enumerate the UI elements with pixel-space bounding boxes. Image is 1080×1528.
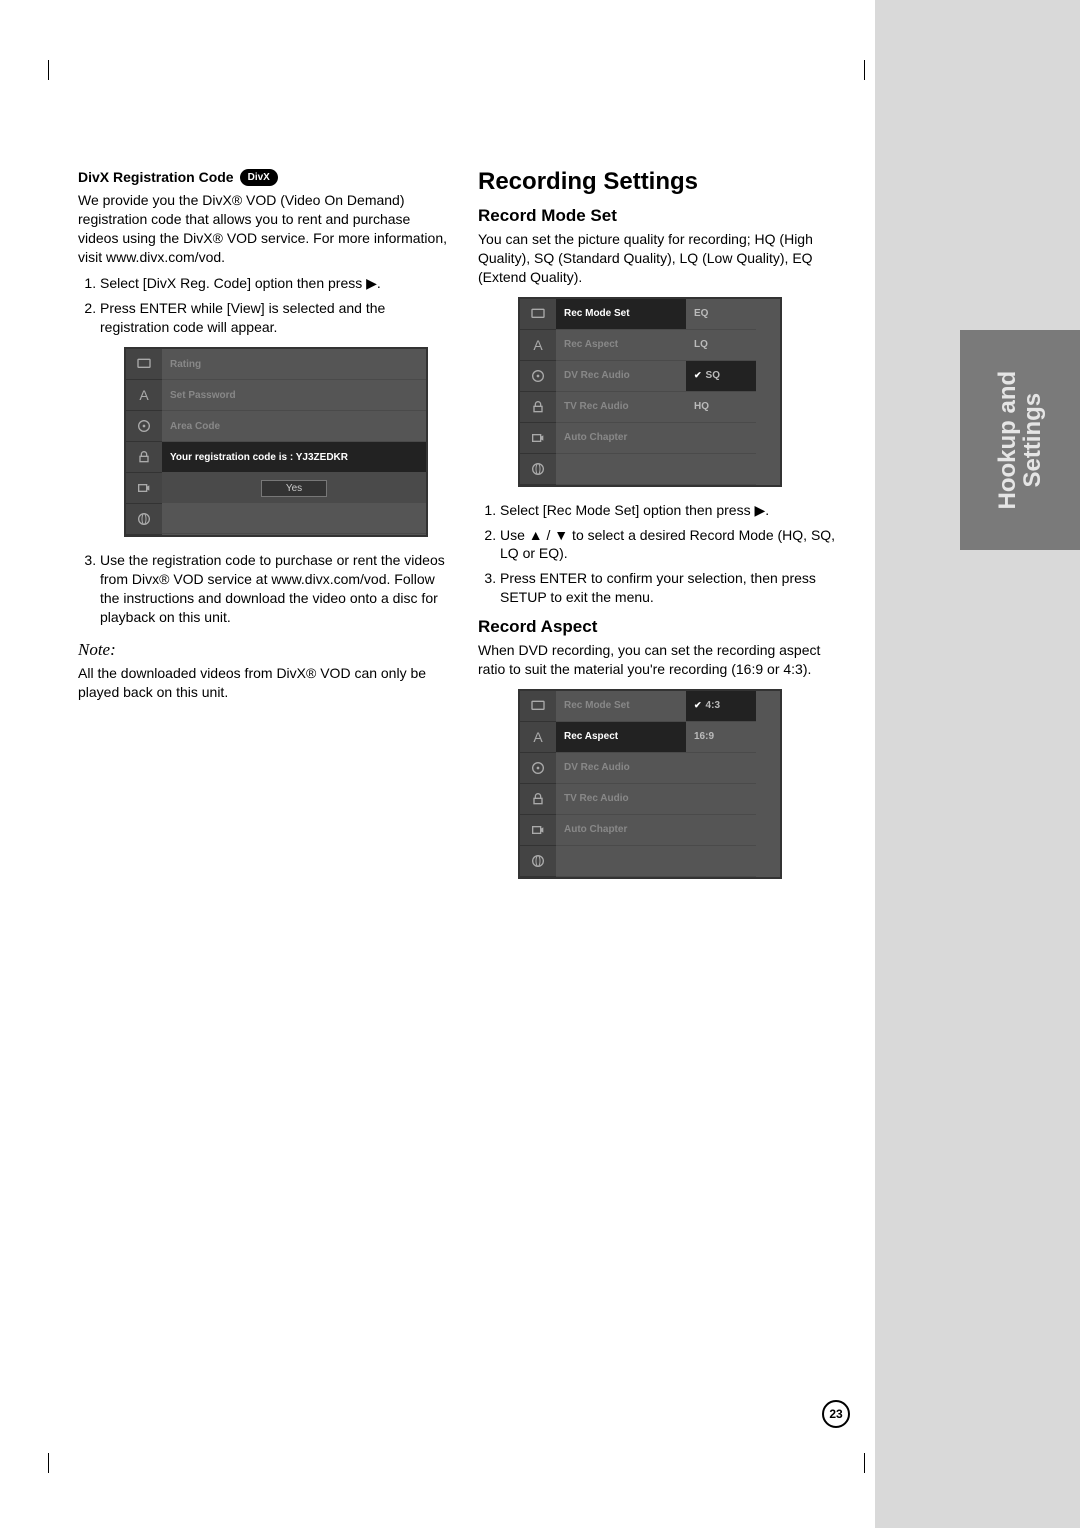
record-mode-heading: Record Mode Set xyxy=(478,206,848,226)
divx-step-2: Press ENTER while [View] is selected and… xyxy=(100,299,448,337)
right-column: Recording Settings Record Mode Set You c… xyxy=(478,168,848,893)
lock-icon xyxy=(520,392,556,423)
divx-heading-text: DivX Registration Code xyxy=(78,168,234,187)
osd-empty xyxy=(556,846,686,877)
lock-icon xyxy=(520,784,556,815)
divx-step-3: Use the registration code to purchase or… xyxy=(100,551,448,627)
divx-heading: DivX Registration Code DivX xyxy=(78,168,448,187)
osd-val: LQ xyxy=(686,330,756,361)
osd-item: Rating xyxy=(162,349,426,380)
divx-step-1: Select [DivX Reg. Code] option then pres… xyxy=(100,274,448,293)
disc-icon xyxy=(126,411,162,442)
osd-divx-screenshot: A Rating Set Password Area Code Your reg… xyxy=(124,347,428,537)
osd-item: Area Code xyxy=(162,411,426,442)
crop-mark xyxy=(845,1453,865,1473)
osd-item: TV Rec Audio xyxy=(556,392,686,423)
osd-empty xyxy=(686,454,756,485)
osd-item: Rec Aspect xyxy=(556,722,686,753)
osd-empty xyxy=(686,423,756,454)
globe-icon xyxy=(520,846,556,877)
rec-icon xyxy=(126,473,162,504)
osd-val: HQ xyxy=(686,392,756,423)
osd-icon-column: A xyxy=(520,299,556,485)
osd-icon-column: A xyxy=(520,691,556,877)
rec-icon xyxy=(520,815,556,846)
page-number: 23 xyxy=(822,1400,850,1428)
record-aspect-heading: Record Aspect xyxy=(478,617,848,637)
tv-icon xyxy=(520,691,556,722)
disc-icon xyxy=(520,753,556,784)
osd-registration-msg: Your registration code is : YJ3ZEDKR xyxy=(162,442,426,473)
osd-val-selected: ✔4:3 xyxy=(686,691,756,722)
page-number-value: 23 xyxy=(829,1407,842,1421)
divx-badge-icon: DivX xyxy=(240,169,278,187)
osd-item: TV Rec Audio xyxy=(556,784,686,815)
mode-step-1: Select [Rec Mode Set] option then press … xyxy=(500,501,848,520)
osd-recmode-screenshot: A Rec Mode Set Rec Aspect DV Rec Audio T… xyxy=(518,297,782,487)
lock-icon xyxy=(126,442,162,473)
mode-step-2: Use ▲ / ▼ to select a desired Record Mod… xyxy=(500,526,848,564)
osd-item: Set Password xyxy=(162,380,426,411)
crop-mark xyxy=(48,60,69,80)
osd-item: Auto Chapter xyxy=(556,423,686,454)
tv-icon xyxy=(520,299,556,330)
osd-empty xyxy=(686,846,756,877)
osd-item: DV Rec Audio xyxy=(556,753,686,784)
mode-steps-list: Select [Rec Mode Set] option then press … xyxy=(478,501,848,607)
osd-empty xyxy=(162,503,426,534)
note-body: All the downloaded videos from DivX® VOD… xyxy=(78,664,448,702)
disc-icon xyxy=(520,361,556,392)
record-aspect-intro: When DVD recording, you can set the reco… xyxy=(478,641,848,679)
record-mode-intro: You can set the picture quality for reco… xyxy=(478,230,848,287)
divx-steps-list: Select [DivX Reg. Code] option then pres… xyxy=(78,274,448,337)
section-tab-label: Hookup andSettings xyxy=(995,371,1045,510)
globe-icon xyxy=(126,504,162,535)
divx-steps-list-cont: Use the registration code to purchase or… xyxy=(78,551,448,627)
language-icon: A xyxy=(520,722,556,753)
osd-aspect-screenshot: A Rec Mode Set Rec Aspect DV Rec Audio T… xyxy=(518,689,782,879)
crop-mark xyxy=(845,60,865,80)
osd-val: 16:9 xyxy=(686,722,756,753)
osd-yes-button: Yes xyxy=(261,480,327,497)
osd-val-label: SQ xyxy=(706,370,720,381)
osd-item: Rec Mode Set xyxy=(556,691,686,722)
margin-strip xyxy=(875,0,1080,1528)
content-area: DivX Registration Code DivX We provide y… xyxy=(78,168,848,893)
osd-val-label: 4:3 xyxy=(706,700,720,711)
left-column: DivX Registration Code DivX We provide y… xyxy=(78,168,448,893)
crop-mark xyxy=(48,1453,68,1473)
manual-page: Hookup andSettings DivX Registration Cod… xyxy=(0,0,1080,1528)
language-icon: A xyxy=(126,380,162,411)
osd-empty xyxy=(556,454,686,485)
osd-empty xyxy=(686,815,756,846)
osd-item: Auto Chapter xyxy=(556,815,686,846)
osd-icon-column: A xyxy=(126,349,162,535)
section-tab: Hookup andSettings xyxy=(960,330,1080,550)
osd-empty xyxy=(686,753,756,784)
osd-item: Rec Aspect xyxy=(556,330,686,361)
mode-step-3: Press ENTER to confirm your selection, t… xyxy=(500,569,848,607)
osd-item: Rec Mode Set xyxy=(556,299,686,330)
language-icon: A xyxy=(520,330,556,361)
osd-val-selected: ✔SQ xyxy=(686,361,756,392)
note-heading: Note: xyxy=(78,639,448,662)
osd-empty xyxy=(686,784,756,815)
osd-val: EQ xyxy=(686,299,756,330)
globe-icon xyxy=(520,454,556,485)
osd-item: DV Rec Audio xyxy=(556,361,686,392)
rec-icon xyxy=(520,423,556,454)
recording-settings-title: Recording Settings xyxy=(478,168,848,196)
tv-icon xyxy=(126,349,162,380)
divx-intro: We provide you the DivX® VOD (Video On D… xyxy=(78,191,448,267)
